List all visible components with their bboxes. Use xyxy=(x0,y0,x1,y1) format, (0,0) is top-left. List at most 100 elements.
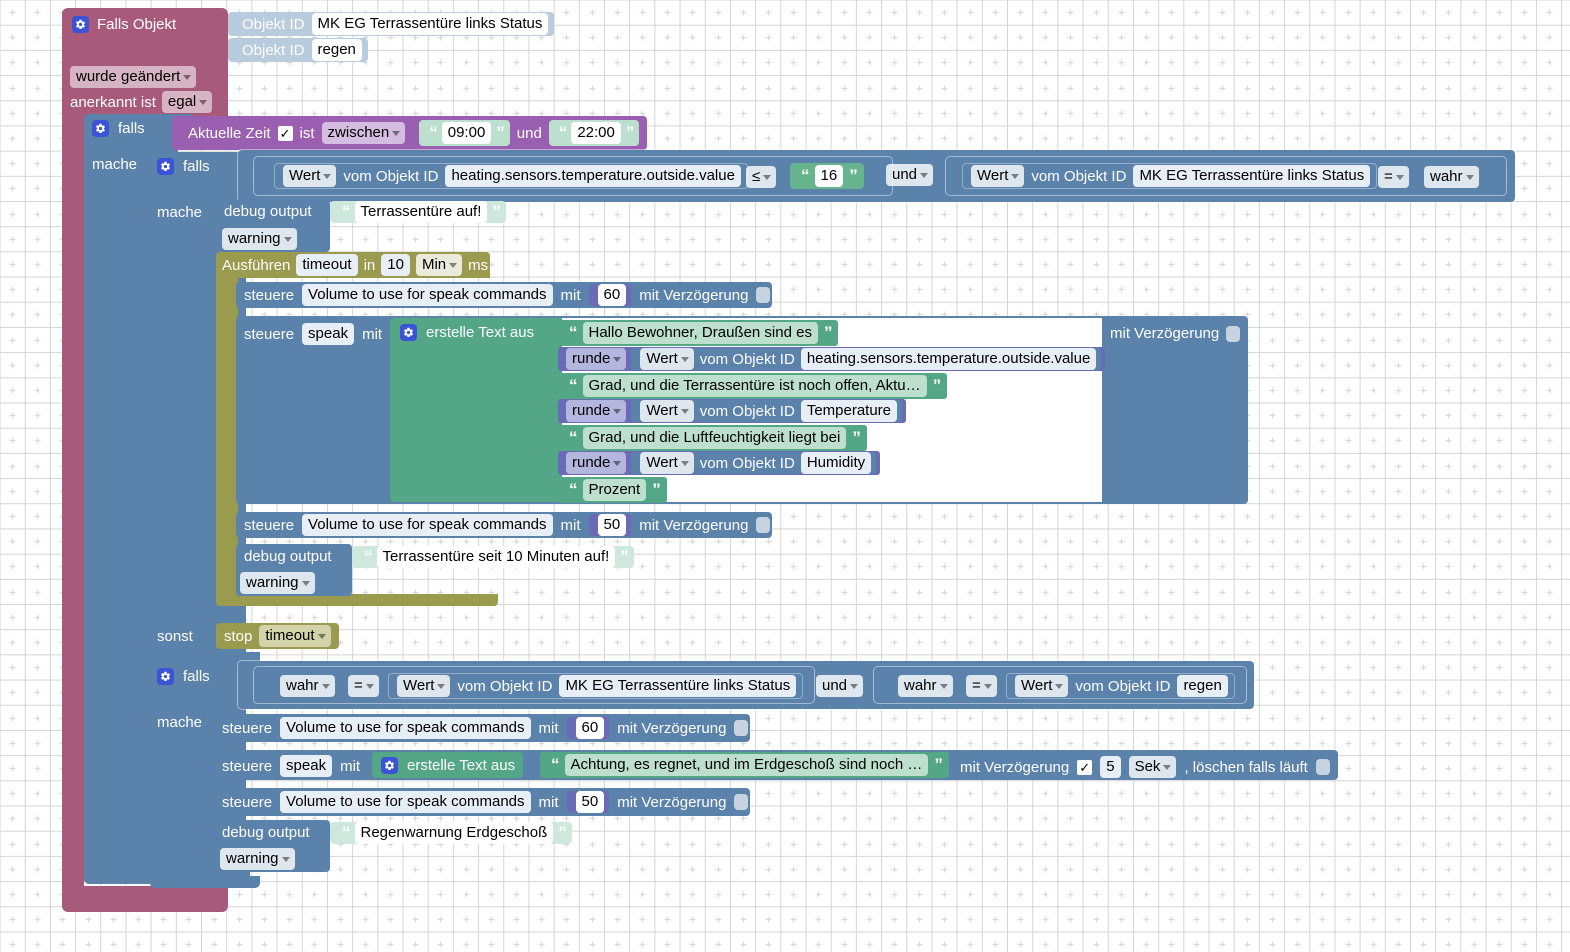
timeout-unit[interactable]: Min xyxy=(415,254,463,276)
control-value[interactable]: 50 xyxy=(575,791,605,813)
ack-row[interactable]: anerkannt ist egal xyxy=(70,91,213,113)
round-object-id[interactable]: Temperature xyxy=(800,400,898,422)
round-getter[interactable]: Wert vom Objekt ID Temperature xyxy=(631,400,903,422)
control-target[interactable]: Volume to use for speak commands xyxy=(280,717,531,739)
compare-value[interactable]: 16 xyxy=(814,165,844,187)
round-getter[interactable]: Wert vom Objekt ID heating.sensors.tempe… xyxy=(631,348,1102,370)
time-from-block[interactable]: “ 09:00 ” xyxy=(419,120,510,146)
delay-checkbox[interactable]: ✓ xyxy=(1077,759,1093,775)
time-operator[interactable]: zwischen xyxy=(321,122,406,144)
ack-value[interactable]: egal xyxy=(161,91,213,113)
debug-block-3-text[interactable]: “ Regenwarnung Erdgeschoß ” xyxy=(330,822,572,844)
time-from-value[interactable]: 09:00 xyxy=(441,122,492,144)
round-object-id[interactable]: Humidity xyxy=(800,452,872,474)
text-builder-rain[interactable]: erstelle Text aus xyxy=(372,752,524,778)
text-part-value[interactable]: Achtung, es regnet, und im Erdgeschoß si… xyxy=(564,754,929,776)
gear-icon[interactable] xyxy=(400,324,417,341)
gear-icon[interactable] xyxy=(72,16,89,33)
right-object-id[interactable]: MK EG Terrassentüre links Status xyxy=(1133,165,1371,187)
second-right-comparator[interactable]: = xyxy=(966,675,997,697)
debug-block-1-text[interactable]: “ Terrassentüre auf! ” xyxy=(330,201,506,223)
compare-value-block[interactable]: “ 16 ” xyxy=(790,163,864,189)
inner-condition-left-getter[interactable]: Wert vom Objekt ID heating.sensors.tempe… xyxy=(274,163,748,189)
second-left-object-id[interactable]: MK EG Terrassentüre links Status xyxy=(559,675,797,697)
object-id-row-0[interactable]: Objekt ID MK EG Terrassentüre links Stat… xyxy=(228,12,555,36)
inner-condition-right-getter[interactable]: Wert vom Objekt ID MK EG Terrassentüre l… xyxy=(962,163,1378,189)
second-right-getter[interactable]: Wert vom Objekt ID regen xyxy=(1006,673,1235,699)
time-condition-block[interactable]: Aktuelle Zeit ✓ ist zwischen “ 09:00 ” u… xyxy=(172,116,648,150)
round-fn[interactable]: runde xyxy=(566,400,627,422)
object-id-value[interactable]: regen xyxy=(311,39,362,61)
control-value[interactable]: 50 xyxy=(597,514,627,536)
time-checkbox[interactable]: ✓ xyxy=(277,125,293,141)
left-object-id[interactable]: heating.sensors.temperature.outside.valu… xyxy=(445,165,741,187)
text-part-4[interactable]: “ Grad, und die Luftfeuchtigkeit liegt b… xyxy=(558,425,867,451)
text-builder-block[interactable] xyxy=(390,318,562,502)
left-comparator[interactable]: ≤ xyxy=(746,166,777,188)
debug-block-2-text[interactable]: “ Terrassentüre seit 10 Minuten auf! ” xyxy=(352,546,634,568)
delay-amount[interactable]: 5 xyxy=(1100,756,1121,778)
debug-text-value[interactable]: Terrassentüre seit 10 Minuten auf! xyxy=(376,546,616,568)
debug-block-1-level[interactable]: warning xyxy=(222,228,297,250)
control-target[interactable]: Volume to use for speak commands xyxy=(302,284,553,306)
timeout-name[interactable]: timeout xyxy=(296,254,358,276)
gear-icon[interactable] xyxy=(381,756,398,774)
control-volume-60-rain[interactable]: steuere Volume to use for speak commands… xyxy=(214,714,750,742)
second-left-getter[interactable]: Wert vom Objekt ID MK EG Terrassentüre l… xyxy=(388,673,804,699)
delay-toggle[interactable] xyxy=(734,794,749,810)
control-value[interactable]: 60 xyxy=(575,717,605,739)
text-part-2[interactable]: “ Grad, und die Terrassentüre ist noch o… xyxy=(558,373,948,399)
second-right-bool[interactable]: wahr xyxy=(898,675,953,697)
right-bool-value[interactable]: wahr xyxy=(1424,166,1479,188)
right-selector[interactable]: Wert xyxy=(971,165,1025,187)
debug-text-value[interactable]: Terrassentüre auf! xyxy=(354,201,488,223)
control-volume-60-inside-timeout[interactable]: steuere Volume to use for speak commands… xyxy=(236,282,772,308)
control-target[interactable]: speak xyxy=(302,323,355,345)
clear-if-running-toggle[interactable] xyxy=(1315,759,1330,775)
blockly-workspace[interactable]: Falls Objekt Objekt ID MK EG Terrassentü… xyxy=(0,0,1570,952)
text-part-5-round[interactable]: runde Wert vom Objekt ID Humidity xyxy=(558,451,881,475)
delay-toggle[interactable] xyxy=(734,720,749,736)
text-part-rain[interactable]: “ Achtung, es regnet, und im Erdgeschoß … xyxy=(540,752,949,778)
delay-toggle[interactable] xyxy=(756,287,771,303)
text-part-3-round[interactable]: runde Wert vom Objekt ID Temperature xyxy=(558,399,907,423)
stop-timer-name[interactable]: timeout xyxy=(259,625,331,647)
debug-block-2-level[interactable]: warning xyxy=(240,572,315,594)
text-part-1-round[interactable]: runde Wert vom Objekt ID heating.sensors… xyxy=(558,347,1106,371)
round-getter[interactable]: Wert vom Objekt ID Humidity xyxy=(631,452,877,474)
control-target[interactable]: speak xyxy=(280,755,333,777)
control-volume-50-rain[interactable]: steuere Volume to use for speak commands… xyxy=(214,788,750,816)
delay-toggle[interactable] xyxy=(756,517,771,533)
round-fn[interactable]: runde xyxy=(566,452,627,474)
left-selector[interactable]: Wert xyxy=(283,165,337,187)
second-left-comparator[interactable]: = xyxy=(348,675,379,697)
timeout-block[interactable] xyxy=(216,252,238,600)
right-comparator[interactable]: = xyxy=(1378,166,1409,188)
delay-unit[interactable]: Sek xyxy=(1128,756,1177,778)
control-target[interactable]: Volume to use for speak commands xyxy=(302,514,553,536)
second-condition-logic[interactable]: und xyxy=(816,675,864,697)
round-fn[interactable]: runde xyxy=(566,348,627,370)
text-part-value[interactable]: Grad, und die Terrassentüre ist noch off… xyxy=(582,375,927,397)
control-value-block[interactable]: 60 xyxy=(566,717,610,739)
round-selector[interactable]: Wert xyxy=(640,452,694,474)
second-left-bool[interactable]: wahr xyxy=(280,675,335,697)
inner-condition-logic[interactable]: und xyxy=(886,164,934,186)
time-to-value[interactable]: 22:00 xyxy=(571,122,621,144)
object-id-row-1[interactable]: Objekt ID regen xyxy=(228,38,368,62)
time-to-block[interactable]: “ 22:00 ” xyxy=(548,120,640,146)
timeout-amount[interactable]: 10 xyxy=(381,254,410,276)
control-value[interactable]: 60 xyxy=(597,284,627,306)
debug-text-value[interactable]: Regenwarnung Erdgeschoß xyxy=(354,822,554,844)
text-part-0[interactable]: “ Hallo Bewohner, Draußen sind es ” xyxy=(558,320,839,346)
round-selector[interactable]: Wert xyxy=(640,400,694,422)
text-part-value[interactable]: Prozent xyxy=(582,479,647,501)
control-value-block[interactable]: 50 xyxy=(566,791,610,813)
delay-toggle[interactable] xyxy=(1226,325,1241,342)
second-right-selector[interactable]: Wert xyxy=(1015,675,1069,697)
gear-icon[interactable] xyxy=(157,668,174,685)
gear-icon[interactable] xyxy=(157,158,174,175)
change-mode-value[interactable]: wurde geändert xyxy=(70,66,197,88)
control-value-block[interactable]: 50 xyxy=(588,514,632,536)
text-part-value[interactable]: Grad, und die Luftfeuchtigkeit liegt bei xyxy=(582,427,847,449)
